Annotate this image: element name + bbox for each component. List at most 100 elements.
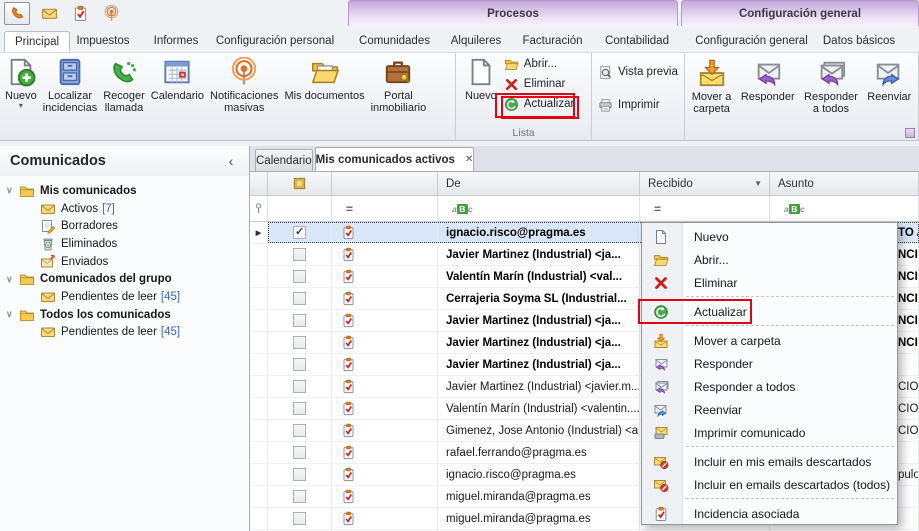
ribbon-big-button[interactable]: Localizar incidencias	[40, 54, 100, 114]
row-checkbox[interactable]	[293, 512, 306, 525]
tree-item[interactable]: Pendientes de leer [45]	[0, 288, 249, 306]
ribbon-big-button[interactable]: Calendario	[148, 54, 207, 102]
ribbon-big-button[interactable]: Responder a todos	[801, 55, 861, 115]
filter-de-cell[interactable]: aBc	[438, 196, 640, 221]
menu-item[interactable]: Responder	[642, 352, 897, 375]
ribbon-small-button[interactable]: Eliminar	[500, 74, 579, 94]
row-checkbox-cell[interactable]	[268, 398, 332, 419]
ribbon-big-button[interactable]: Reenviar	[864, 55, 914, 103]
row-checkbox-cell[interactable]	[268, 332, 332, 353]
tree-item[interactable]: Borradores	[0, 217, 249, 235]
row-checkbox[interactable]	[293, 226, 306, 239]
ribbon-tab[interactable]: Contabilidad	[600, 31, 674, 52]
row-checkbox-cell[interactable]	[268, 376, 332, 397]
ribbon-tab[interactable]: Datos básicos	[821, 31, 897, 52]
row-checkbox[interactable]	[293, 248, 306, 261]
grid-header-checkbox-column[interactable]	[268, 172, 332, 196]
ribbon-big-button[interactable]: Responder	[738, 55, 798, 103]
grid-header-asunto[interactable]: Asunto	[770, 172, 919, 196]
grid-header-recibido[interactable]: Recibido ▼	[640, 172, 770, 196]
row-checkbox-cell[interactable]	[268, 354, 332, 375]
sort-descending-icon[interactable]: ▼	[754, 179, 762, 188]
ribbon-tab[interactable]: Impuestos	[70, 31, 136, 52]
tree-item[interactable]: ∨ Todos los comunicados	[0, 306, 249, 324]
dropdown-arrow-icon[interactable]: ▾	[19, 102, 23, 109]
ribbon-small-button[interactable]: Abrir...	[500, 54, 579, 74]
ribbon-tab[interactable]: Alquileres	[446, 31, 506, 52]
row-checkbox[interactable]	[293, 292, 306, 305]
row-checkbox-cell[interactable]	[268, 288, 332, 309]
quick-access-button[interactable]	[37, 3, 61, 24]
abc-filter-icon[interactable]: aBc	[784, 204, 805, 214]
document-tab[interactable]: Mis comunicados activos ✕	[315, 147, 475, 171]
menu-item[interactable]: Incidencia asociada	[642, 502, 897, 525]
ribbon-big-button[interactable]: Portal inmobiliario	[368, 54, 430, 114]
row-checkbox-cell[interactable]	[268, 310, 332, 331]
tree-item[interactable]: Activos [7]	[0, 200, 249, 218]
group-dialog-launcher-icon[interactable]	[905, 128, 915, 138]
grid-header-de[interactable]: De	[438, 172, 640, 196]
row-checkbox[interactable]	[293, 424, 306, 437]
tree-item[interactable]: Enviados	[0, 253, 249, 271]
expander-icon[interactable]: ∨	[6, 185, 19, 196]
row-checkbox-cell[interactable]	[268, 486, 332, 507]
filter-recibido-cell[interactable]: =	[640, 196, 770, 221]
ribbon-tab[interactable]: Configuración general	[691, 31, 812, 52]
menu-item[interactable]: Incluir en emails descartados (todos)	[642, 473, 897, 496]
ribbon-big-button[interactable]: Notificaciones masivas	[207, 54, 281, 114]
row-checkbox[interactable]	[293, 402, 306, 415]
filter-checkbox-cell[interactable]	[268, 196, 332, 221]
row-checkbox[interactable]	[293, 468, 306, 481]
ribbon-big-button[interactable]: Recoger llamada	[100, 54, 148, 114]
ribbon-tab[interactable]: Comunidades	[353, 31, 436, 52]
row-checkbox[interactable]	[293, 358, 306, 371]
expander-icon[interactable]: ∨	[6, 309, 19, 320]
ribbon-big-button[interactable]: Mis documentos	[281, 54, 367, 102]
filter-asunto-cell[interactable]: aBc	[770, 196, 919, 221]
quick-access-button[interactable]	[4, 2, 30, 25]
collapse-panel-icon[interactable]: ‹	[223, 153, 239, 169]
ribbon-big-button[interactable]: Nuevo ▾	[2, 54, 40, 109]
ribbon-big-button[interactable]: Mover a carpeta	[689, 55, 735, 115]
row-checkbox[interactable]	[293, 446, 306, 459]
document-tab[interactable]: Calendario	[255, 149, 313, 171]
row-checkbox[interactable]	[293, 380, 306, 393]
menu-item[interactable]: Actualizar	[642, 300, 897, 323]
row-checkbox-cell[interactable]	[268, 464, 332, 485]
menu-item[interactable]: Nuevo	[642, 225, 897, 248]
grid-header-icon-column[interactable]	[332, 172, 438, 196]
filter-pin-icon[interactable]	[250, 196, 268, 221]
row-checkbox[interactable]	[293, 336, 306, 349]
row-checkbox[interactable]	[293, 270, 306, 283]
tree-item[interactable]: ∨ Comunicados del grupo	[0, 270, 249, 288]
menu-item[interactable]: Eliminar	[642, 271, 897, 294]
row-checkbox-cell[interactable]	[268, 244, 332, 265]
tree-item[interactable]: Pendientes de leer [45]	[0, 324, 249, 342]
expander-icon[interactable]: ∨	[6, 274, 19, 285]
menu-item[interactable]: Mover a carpeta	[642, 329, 897, 352]
filter-icon-cell[interactable]: =	[332, 196, 438, 221]
menu-item[interactable]: Imprimir comunicado	[642, 421, 897, 444]
ribbon-small-button[interactable]: Imprimir	[594, 95, 682, 115]
equals-filter-icon[interactable]: =	[346, 202, 353, 216]
tree-item[interactable]: ∨ Mis comunicados	[0, 182, 249, 200]
menu-item[interactable]: Reenviar	[642, 398, 897, 421]
row-checkbox-cell[interactable]	[268, 508, 332, 529]
row-checkbox-cell[interactable]	[268, 420, 332, 441]
abc-filter-icon[interactable]: aBc	[452, 204, 473, 214]
row-checkbox[interactable]	[293, 490, 306, 503]
menu-item[interactable]: Responder a todos	[642, 375, 897, 398]
equals-filter-icon[interactable]: =	[654, 202, 661, 216]
tree-item[interactable]: Eliminados	[0, 235, 249, 253]
row-checkbox-cell[interactable]	[268, 442, 332, 463]
ribbon-small-button[interactable]: Vista previa	[594, 62, 682, 82]
close-tab-icon[interactable]: ✕	[465, 154, 473, 165]
ribbon-tab[interactable]: Principal	[4, 31, 70, 52]
ribbon-tab[interactable]: Informes	[146, 31, 206, 52]
row-checkbox-cell[interactable]	[268, 266, 332, 287]
row-checkbox[interactable]	[293, 314, 306, 327]
quick-access-button[interactable]	[99, 3, 123, 24]
ribbon-tab[interactable]: Facturación	[516, 31, 589, 52]
row-checkbox-cell[interactable]	[268, 222, 332, 243]
menu-item[interactable]: Incluir en mis emails descartados	[642, 450, 897, 473]
